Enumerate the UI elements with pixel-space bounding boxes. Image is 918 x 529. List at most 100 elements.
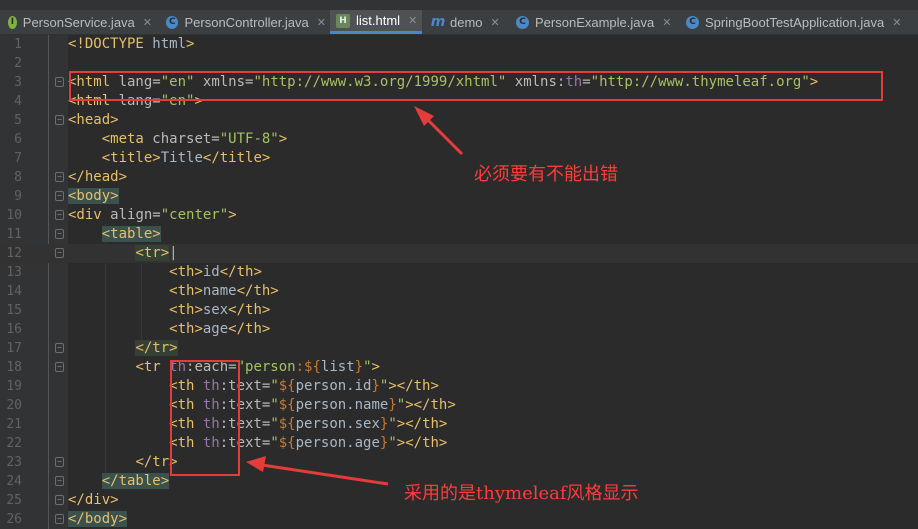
close-icon[interactable]: ✕ bbox=[892, 16, 901, 29]
code-text: <th>name</th> bbox=[169, 283, 279, 299]
fold-icon[interactable]: − bbox=[55, 191, 64, 201]
annotation-text-required: 必须要有不能出错 bbox=[474, 164, 618, 185]
code-line: 18 − <tr th:each="person:${list}"> bbox=[0, 358, 918, 377]
line-number: 25 bbox=[6, 493, 22, 508]
tab-spring-boot-test-application[interactable]: C SpringBootTestApplication.java ✕ bbox=[680, 10, 916, 34]
tab-person-service[interactable]: I PersonService.java ✕ bbox=[2, 10, 152, 34]
line-number: 7 bbox=[14, 151, 22, 166]
code-line: 5 − <head> bbox=[0, 111, 918, 130]
line-number: 17 bbox=[6, 341, 22, 356]
highlight-box-th-attributes bbox=[170, 360, 240, 476]
line-number: 24 bbox=[6, 474, 22, 489]
line-number: 22 bbox=[6, 436, 22, 451]
close-icon[interactable]: ✕ bbox=[317, 16, 326, 29]
html-file-icon: H bbox=[336, 13, 350, 28]
line-number: 4 bbox=[14, 94, 22, 109]
line-number: 6 bbox=[14, 132, 22, 147]
fold-icon[interactable]: − bbox=[55, 248, 64, 258]
code-line: 22 <th th:text="${person.age}"></th> bbox=[0, 434, 918, 453]
tab-person-example[interactable]: C PersonExample.java ✕ bbox=[510, 10, 676, 34]
line-number: 3 bbox=[14, 75, 22, 90]
line-number: 26 bbox=[6, 512, 22, 527]
interface-icon: I bbox=[8, 15, 17, 29]
code-text: <th>id</th> bbox=[169, 264, 262, 280]
line-number: 23 bbox=[6, 455, 22, 470]
highlight-box-html-tag bbox=[69, 71, 883, 101]
code-text: <th th:text="${person.age}"></th> bbox=[169, 435, 448, 451]
code-text: </body> bbox=[68, 511, 128, 527]
fold-icon[interactable]: − bbox=[55, 77, 64, 87]
tab-label: list.html bbox=[356, 13, 401, 28]
line-number: 1 bbox=[14, 37, 22, 52]
fold-icon[interactable]: − bbox=[55, 229, 64, 239]
line-number: 5 bbox=[14, 113, 22, 128]
code-line: 21 <th th:text="${person.sex}"></th> bbox=[0, 415, 918, 434]
fold-icon[interactable]: − bbox=[55, 476, 64, 486]
line-number: 16 bbox=[6, 322, 22, 337]
code-line: 15 <th>sex</th> bbox=[0, 301, 918, 320]
tab-label: PersonController.java bbox=[184, 14, 309, 30]
line-number: 21 bbox=[6, 417, 22, 432]
tab-person-controller[interactable]: C PersonController.java ✕ bbox=[160, 10, 326, 34]
line-number: 15 bbox=[6, 303, 22, 318]
line-number: 12 bbox=[6, 246, 22, 261]
code-text: <head> bbox=[68, 112, 119, 128]
class-icon: C bbox=[516, 15, 529, 29]
fold-icon[interactable]: − bbox=[55, 115, 64, 125]
close-icon[interactable]: ✕ bbox=[662, 16, 671, 29]
line-number: 8 bbox=[14, 170, 22, 185]
close-icon[interactable]: ✕ bbox=[491, 16, 500, 29]
m-icon: m bbox=[430, 14, 446, 30]
fold-icon[interactable]: − bbox=[55, 514, 64, 524]
code-line: 11 − <table> bbox=[0, 225, 918, 244]
line-number: 14 bbox=[6, 284, 22, 299]
class-icon: C bbox=[166, 15, 179, 29]
code-text: </tr> bbox=[135, 340, 178, 356]
code-line: 14 <th>name</th> bbox=[0, 282, 918, 301]
fold-icon[interactable]: − bbox=[55, 172, 64, 182]
line-number: 11 bbox=[6, 227, 22, 242]
close-icon[interactable]: ✕ bbox=[408, 14, 417, 27]
tab-list-html[interactable]: H list.html ✕ bbox=[330, 10, 422, 34]
line-number: 9 bbox=[14, 189, 22, 204]
code-line: 10 − <div align="center"> bbox=[0, 206, 918, 225]
code-text: <table> bbox=[101, 226, 161, 242]
tab-label: SpringBootTestApplication.java bbox=[705, 14, 885, 30]
code-line: 23 − </tr> bbox=[0, 453, 918, 472]
tab-demo[interactable]: m demo ✕ bbox=[426, 10, 506, 34]
code-line-current: 12 − <tr>| bbox=[0, 244, 918, 263]
code-text: <th>sex</th> bbox=[169, 302, 271, 318]
editor-tab-bar: I PersonService.java ✕ C PersonControlle… bbox=[0, 0, 918, 35]
close-icon[interactable]: ✕ bbox=[143, 16, 152, 29]
code-line: 19 <th th:text="${person.id}"></th> bbox=[0, 377, 918, 396]
code-line: 16 <th>age</th> bbox=[0, 320, 918, 339]
line-number: 19 bbox=[6, 379, 22, 394]
line-number: 13 bbox=[6, 265, 22, 280]
code-text: <title>Title</title> bbox=[101, 150, 271, 166]
code-line: 17 − </tr> bbox=[0, 339, 918, 358]
code-line: 1 <!DOCTYPE html> bbox=[0, 35, 918, 54]
code-text: <body> bbox=[68, 188, 119, 204]
tab-strip-top bbox=[0, 0, 918, 10]
code-line: 6 <meta charset="UTF-8"> bbox=[0, 130, 918, 149]
line-number: 10 bbox=[6, 208, 22, 223]
fold-icon[interactable]: − bbox=[55, 495, 64, 505]
code-text: <th th:text="${person.id}"></th> bbox=[169, 378, 439, 394]
tab-label: demo bbox=[450, 14, 483, 30]
code-text: </head> bbox=[68, 169, 128, 185]
code-line: 20 <th th:text="${person.name}"></th> bbox=[0, 396, 918, 415]
code-text: </div> bbox=[68, 492, 119, 508]
code-text: <tr>| bbox=[135, 245, 178, 261]
line-number: 2 bbox=[14, 56, 22, 71]
code-line: 8 − </head> bbox=[0, 168, 918, 187]
code-text: <th th:text="${person.name}"></th> bbox=[169, 397, 456, 413]
code-line: 9 − <body> bbox=[0, 187, 918, 206]
fold-icon[interactable]: − bbox=[55, 457, 64, 467]
fold-icon[interactable]: − bbox=[55, 362, 64, 372]
annotation-text-thymeleaf: 采用的是thymeleaf风格显示 bbox=[404, 483, 639, 504]
fold-icon[interactable]: − bbox=[55, 210, 64, 220]
code-line: 7 <title>Title</title> bbox=[0, 149, 918, 168]
code-line: 13 <th>id</th> bbox=[0, 263, 918, 282]
fold-icon[interactable]: − bbox=[55, 343, 64, 353]
code-text: <th>age</th> bbox=[169, 321, 271, 337]
